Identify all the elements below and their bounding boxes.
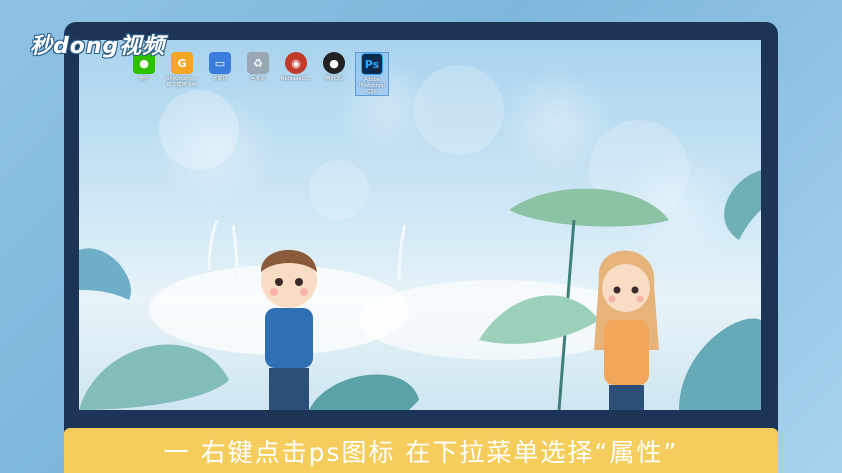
desktop-icon-gdmath[interactable]: G GMKmathe... 练习模板.exe bbox=[165, 52, 199, 96]
computer-icon: ▭ bbox=[209, 52, 231, 74]
boy-character bbox=[260, 249, 317, 410]
desktop-icon-row: ● 微信 G GMKmathe... 练习模板.exe ▭ 计算机 ♻ 回收站 … bbox=[127, 52, 389, 96]
photoshop-icon: Ps bbox=[361, 53, 383, 75]
desktop-icon-label: Adobe Photoshop CS6 bbox=[358, 77, 386, 95]
watermark-logo: 秒dong视频 bbox=[30, 34, 166, 59]
subtitle-text: 一 右键点击ps图标 在下拉菜单选择“属性” bbox=[163, 437, 679, 467]
desktop-icon-netease[interactable]: ◉ NeteaseCl... bbox=[279, 52, 313, 96]
girl-character bbox=[594, 250, 659, 410]
desktop-icon-computer[interactable]: ▭ 计算机 bbox=[203, 52, 237, 96]
music-icon: ◉ bbox=[285, 52, 307, 74]
desktop-icon-label: 腾讯QQ bbox=[325, 76, 343, 82]
desktop-icon-photoshop[interactable]: Ps Adobe Photoshop CS6 bbox=[355, 52, 389, 96]
desktop-screen: ● 微信 G GMKmathe... 练习模板.exe ▭ 计算机 ♻ 回收站 … bbox=[79, 40, 761, 410]
desktop-icon-label: 回收站 bbox=[250, 76, 266, 82]
desktop-icon-label: 微信 bbox=[138, 76, 149, 82]
recycle-bin-icon: ♻ bbox=[247, 52, 269, 74]
subtitle-caption-bar: 一 右键点击ps图标 在下拉菜单选择“属性” bbox=[64, 428, 778, 473]
desktop-icon-label: GMKmathe... 练习模板.exe bbox=[165, 76, 199, 88]
qq-penguin-icon: ● bbox=[323, 52, 345, 74]
g-app-icon: G bbox=[171, 52, 193, 74]
desktop-icon-label: NeteaseCl... bbox=[280, 76, 312, 82]
desktop-icon-recycle-bin[interactable]: ♻ 回收站 bbox=[241, 52, 275, 96]
desktop-icon-qq[interactable]: ● 腾讯QQ bbox=[317, 52, 351, 96]
desktop-icon-label: 计算机 bbox=[212, 76, 228, 82]
